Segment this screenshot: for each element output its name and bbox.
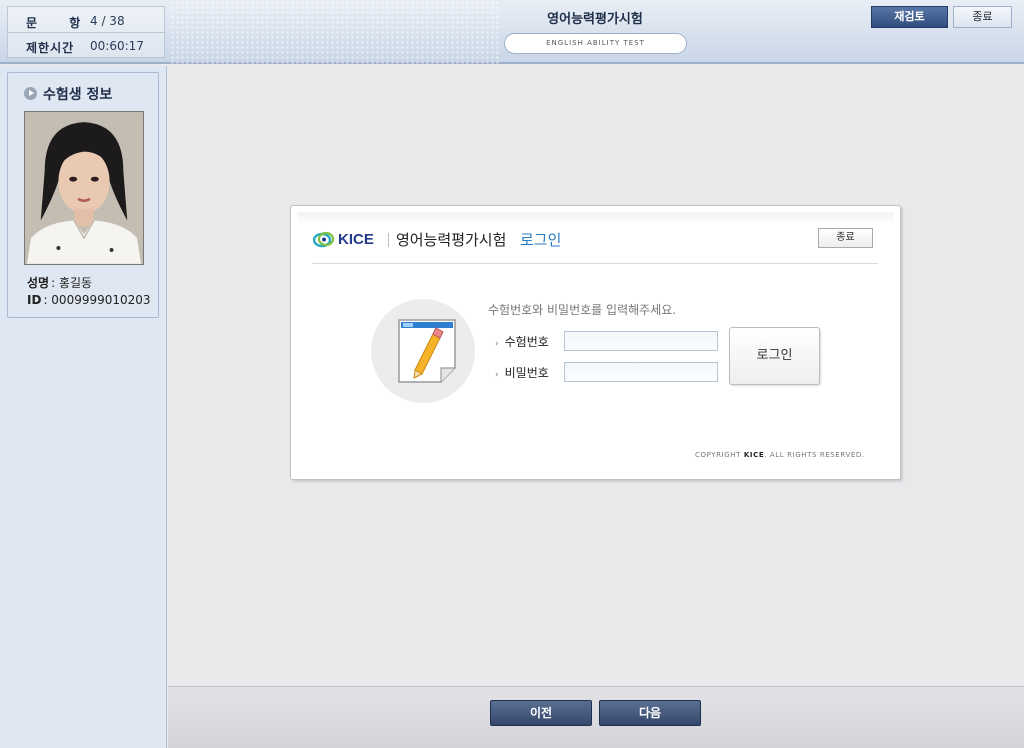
login-dialog-title-accent: 로그인 [520, 231, 562, 249]
question-counter-row: 문 항 4 / 38 [8, 8, 164, 33]
login-dialog-title: 영어능력평가시험 [396, 231, 507, 249]
login-instruction: 수험번호와 비밀번호를 입력해주세요. [488, 303, 677, 317]
copyright-brand: KICE [743, 451, 765, 459]
candidate-heading-text: 수험생 정보 [43, 87, 113, 103]
dialog-top-strip [297, 212, 894, 224]
previous-button[interactable]: 이전 [490, 700, 592, 726]
exam-number-label-text: 수험번호 [504, 335, 549, 349]
candidate-id-row: ID: 0009999010203 [27, 293, 151, 307]
candidate-id-value: : 0009999010203 [43, 293, 151, 307]
candidate-photo [24, 111, 144, 265]
password-label: › 비밀번호 [495, 364, 549, 381]
exam-number-input[interactable] [564, 331, 718, 351]
candidate-portrait [25, 112, 143, 264]
dialog-close-button[interactable]: 종료 [818, 228, 873, 248]
candidate-id-label: ID [27, 293, 42, 307]
password-label-text: 비밀번호 [504, 366, 549, 380]
bullet-arrow-icon: › [495, 339, 499, 349]
time-limit-row: 제한시간 00:60:17 [8, 33, 164, 58]
login-button[interactable]: 로그인 [729, 327, 820, 385]
copyright-notice: COPYRIGHT KICE. ALL RIGHTS RESERVED. [695, 451, 865, 459]
kice-ring-icon [313, 231, 335, 248]
question-counter-value: 4 / 38 [90, 14, 125, 28]
candidate-name-value: : 홍길동 [51, 276, 93, 290]
world-map-pattern [170, 0, 500, 64]
exit-button[interactable]: 종료 [953, 6, 1012, 28]
exam-number-label: › 수험번호 [495, 333, 549, 350]
candidate-sidebar: 수험생 정보 성명: 홍길동 ID: 0009999010203 [0, 66, 167, 748]
candidate-info-card: 수험생 정보 성명: 홍길동 ID: 0009999010203 [7, 72, 159, 318]
bottom-navigation-bar: 이전 다음 [168, 686, 1024, 748]
copyright-suffix: . ALL RIGHTS RESERVED. [764, 451, 865, 459]
kice-logo: KICE [313, 228, 383, 252]
title-separator [388, 233, 389, 247]
kice-logo-text: KICE [338, 231, 374, 248]
candidate-name-label: 성명 [27, 276, 50, 290]
review-button[interactable]: 재검토 [871, 6, 948, 28]
exam-status-box: 문 항 4 / 38 제한시간 00:60:17 [7, 6, 165, 58]
bullet-arrow-icon: › [495, 370, 499, 380]
question-counter-label: 문 항 [26, 16, 95, 30]
exam-title: 영어능력평가시험 [547, 12, 643, 27]
password-input[interactable] [564, 362, 718, 382]
copyright-prefix: COPYRIGHT [695, 451, 742, 459]
top-header: 문 항 4 / 38 제한시간 00:60:17 영어능력평가시험 ENGLIS… [0, 0, 1024, 64]
exam-subtitle: ENGLISH ABILITY TEST [504, 33, 687, 54]
time-limit-label: 제한시간 [26, 41, 75, 55]
next-button[interactable]: 다음 [599, 700, 701, 726]
candidate-name-row: 성명: 홍길동 [27, 274, 92, 291]
play-circle-icon [24, 87, 37, 100]
login-dialog: KICE 영어능력평가시험 로그인 종료 수험번호와 비밀번호를 입력해주세요.… [290, 205, 901, 480]
dialog-divider [312, 263, 878, 264]
test-document-pencil-icon [398, 319, 456, 383]
time-limit-value: 00:60:17 [90, 39, 144, 53]
